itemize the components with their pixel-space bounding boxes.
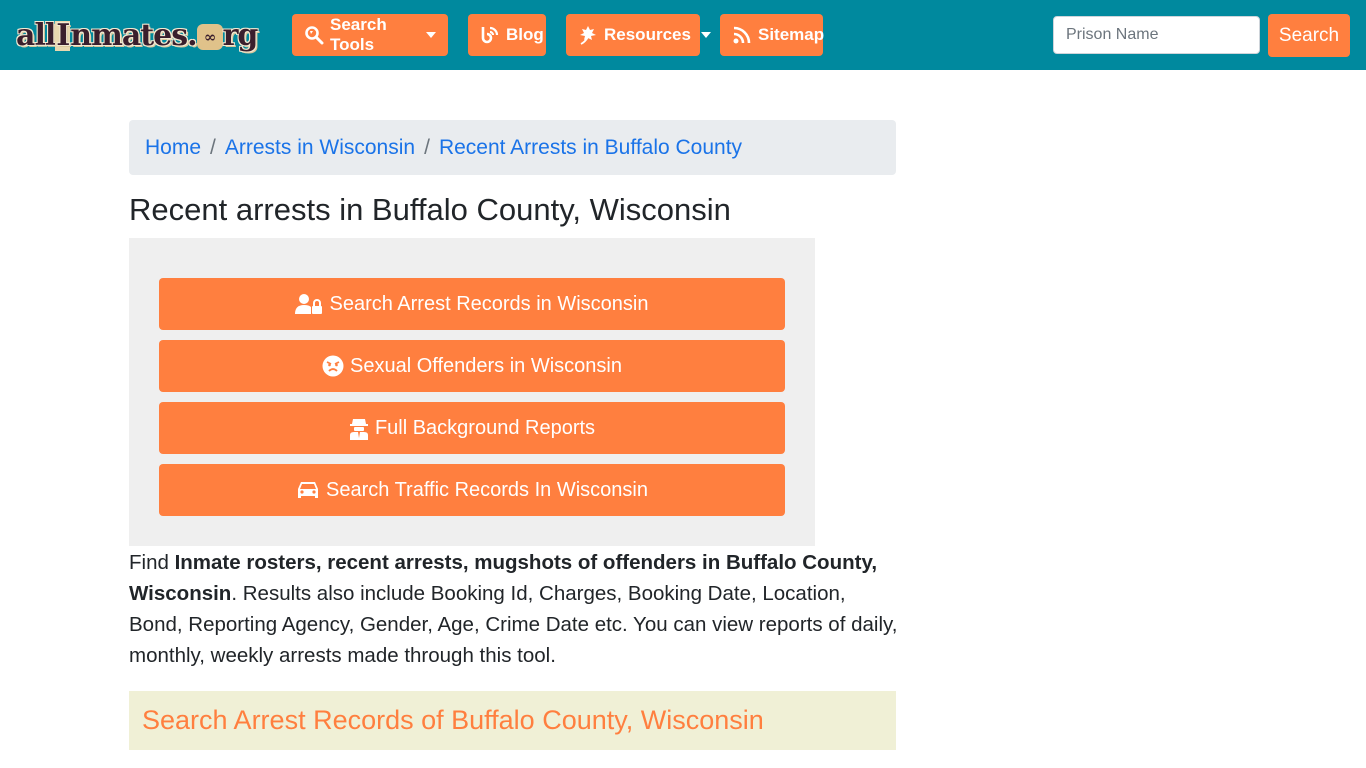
prison-name-input[interactable] [1053,16,1260,54]
breadcrumb-recent-arrests-buffalo[interactable]: Recent Arrests in Buffalo County [439,136,742,160]
top-navbar: allInmates. ∞ rg Search Tools Blog Resourc… [0,0,1366,70]
car-icon [296,478,320,502]
page-title: Recent arrests in Buffalo County, Wiscon… [129,192,731,227]
search-traffic-records-button[interactable]: Search Traffic Records In Wisconsin [159,464,785,516]
chevron-down-icon [700,32,711,38]
nav-blog[interactable]: Blog [468,14,546,56]
handcuffs-icon: ∞ [196,24,223,50]
logo-text: allInmates. ∞ rg [16,18,258,53]
nav-sitemap-label: Sitemap [758,25,825,44]
nav-blog-label: Blog [506,25,544,44]
sexual-offenders-button[interactable]: Sexual Offenders in Wisconsin [159,340,785,392]
nav-sitemap[interactable]: Sitemap [720,14,825,56]
nav-resources[interactable]: Resources [566,14,711,56]
user-lock-icon [295,292,323,316]
full-background-reports-button[interactable]: Full Background Reports [159,402,785,454]
leaf-icon [578,25,598,45]
nav-resources-label: Resources [604,25,691,44]
section-heading: Search Arrest Records of Buffalo County,… [129,691,896,750]
angry-face-icon [322,354,344,378]
search-icon [304,25,324,45]
search-arrest-records-button[interactable]: Search Arrest Records in Wisconsin [159,278,785,330]
breadcrumb: Home / Arrests in Wisconsin / Recent Arr… [129,120,896,175]
nav-search-tools[interactable]: Search Tools [292,14,448,56]
breadcrumb-separator: / [210,135,216,159]
site-logo[interactable]: allInmates. ∞ rg [16,16,258,56]
chevron-down-icon [426,32,436,38]
nav-search-tools-label: Search Tools [330,15,387,54]
blog-icon [480,25,500,45]
description-paragraph: Find Inmate rosters, recent arrests, mug… [129,551,898,667]
user-secret-icon [349,416,369,440]
sexual-offenders-label: Sexual Offenders in Wisconsin [350,354,622,377]
breadcrumb-separator: / [424,135,430,159]
breadcrumb-arrests-in-wisconsin[interactable]: Arrests in Wisconsin [225,136,415,160]
search-button[interactable]: Search [1268,14,1350,57]
search-arrest-records-label: Search Arrest Records in Wisconsin [329,292,649,315]
rss-icon [732,25,752,45]
search-traffic-records-label: Search Traffic Records In Wisconsin [326,478,648,501]
breadcrumb-home[interactable]: Home [145,136,201,160]
full-background-reports-label: Full Background Reports [374,416,596,439]
action-panel: Search Arrest Records in Wisconsin Sexua… [129,238,815,546]
